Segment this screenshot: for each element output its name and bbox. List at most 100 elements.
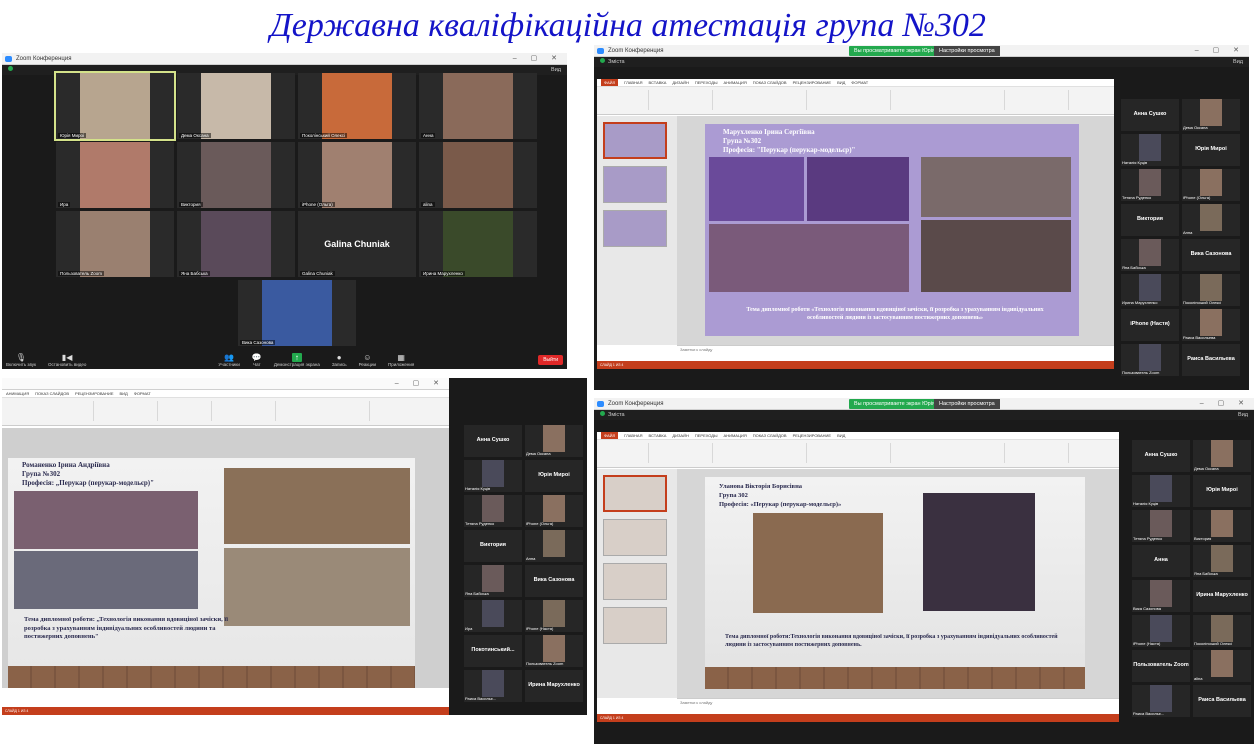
tab-animation[interactable]: АНИМАЦИЯ [724, 79, 747, 86]
participant-thumbnail[interactable]: iPhone (Ольга) [1182, 169, 1240, 201]
window-controls[interactable]: – ▢ ✕ [1200, 398, 1250, 410]
tab-view[interactable]: ВИД [837, 79, 845, 86]
participant-thumbnail[interactable]: Наталія Куців [1121, 134, 1179, 166]
view-button[interactable]: Вид [551, 65, 561, 75]
slide-thumbnail[interactable] [603, 519, 667, 556]
tab-animation[interactable]: АНИМАЦИЯ [6, 390, 29, 397]
window-controls[interactable]: – ▢ ✕ [513, 53, 563, 65]
video-tile[interactable]: Ира [56, 142, 174, 208]
participant-thumbnail[interactable]: Дема Оксана [1182, 99, 1240, 131]
participant-thumbnail[interactable]: Тетяна Руденко [464, 495, 522, 527]
participant-thumbnail[interactable]: Раиса Васильева [1193, 685, 1251, 717]
participant-thumbnail[interactable]: iPhone (Настя) [1121, 309, 1179, 341]
participant-thumbnail[interactable]: Анна Сушко [1132, 440, 1190, 472]
participant-thumbnail[interactable]: Ирина Марухленко [1193, 580, 1251, 612]
tab-slideshow[interactable]: ПОКАЗ СЛАЙДОВ [753, 432, 787, 439]
ribbon-group[interactable] [599, 90, 649, 110]
participant-thumbnail[interactable]: Раиса Васильє... [1132, 685, 1190, 717]
record-button[interactable]: ● Запись [332, 353, 347, 367]
participant-thumbnail[interactable]: Ирина Марухленко [525, 670, 583, 702]
ribbon-group[interactable] [717, 443, 807, 463]
ribbon-group[interactable] [653, 90, 713, 110]
tab-view[interactable]: ВИД [837, 432, 845, 439]
participant-thumbnail[interactable]: Поколінський Олексі [1182, 274, 1240, 306]
tab-format[interactable]: ФОРМАТ [134, 390, 151, 397]
ribbon-group[interactable] [1009, 443, 1069, 463]
participant-thumbnail[interactable]: Юрія Мироі [1182, 134, 1240, 166]
tab-home[interactable]: ГЛАВНАЯ [624, 79, 642, 86]
tab-animation[interactable]: АНИМАЦИЯ [724, 432, 747, 439]
ribbon-group[interactable] [895, 443, 1005, 463]
participant-thumbnail[interactable]: Ира [464, 600, 522, 632]
participant-thumbnail[interactable]: Пользователь Zoom [1132, 650, 1190, 682]
participant-thumbnail[interactable]: Дема Оксана [525, 425, 583, 457]
ribbon-group[interactable] [895, 90, 1005, 110]
ribbon-group[interactable] [162, 401, 212, 421]
notes-pane[interactable]: Заметки к слайду [677, 345, 1114, 361]
participant-thumbnail[interactable]: Раиса Васильє... [464, 670, 522, 702]
video-tile[interactable]: Дема Оксана [177, 73, 295, 139]
participant-thumbnail[interactable]: Виктория [464, 530, 522, 562]
tab-review[interactable]: РЕЦЕНЗИРОВАНИЕ [75, 390, 113, 397]
tab-slideshow[interactable]: ПОКАЗ СЛАЙДОВ [753, 79, 787, 86]
reactions-button[interactable]: ☺ Реакции [359, 353, 376, 367]
participant-thumbnail[interactable]: iPhone (Настя) [1132, 615, 1190, 647]
slide-thumbnail[interactable] [603, 475, 667, 512]
share-screen-button[interactable]: ↑ Демонстрация экрана [274, 353, 320, 367]
tab-home[interactable]: ГЛАВНАЯ [624, 432, 642, 439]
video-tile[interactable]: Анна [419, 73, 537, 139]
participant-thumbnail[interactable]: Вика Сазонова [1182, 239, 1240, 271]
video-tile[interactable]: Ирина Марухленко [419, 211, 537, 277]
window-controls[interactable]: – ▢ ✕ [1195, 45, 1245, 57]
participant-thumbnail[interactable]: Наталія Куців [1132, 475, 1190, 507]
participant-thumbnail[interactable]: Раиса Васильева [1182, 344, 1240, 376]
tab-design[interactable]: ДИЗАЙН [672, 79, 688, 86]
video-tile[interactable]: Пользователь Zoom [56, 211, 174, 277]
slide-thumbnail[interactable] [603, 210, 667, 247]
tab-format[interactable]: ФОРМАТ [851, 79, 868, 86]
participant-thumbnail[interactable]: iPhone (Ольга) [525, 495, 583, 527]
ribbon-group[interactable] [599, 443, 649, 463]
mute-button[interactable]: 🎙 Включить звук [6, 353, 36, 367]
chat-button[interactable]: 💬 Чат [252, 353, 262, 367]
view-button[interactable]: Вид [1233, 57, 1243, 67]
participant-thumbnail[interactable]: alina [1193, 650, 1251, 682]
tab-slideshow[interactable]: ПОКАЗ СЛАЙДОВ [35, 390, 69, 397]
video-tile[interactable]: Galina Chuniak Galina Chuniak [298, 211, 416, 277]
tab-view[interactable]: ВИД [120, 390, 128, 397]
participant-thumbnail[interactable]: Покотинський... [464, 635, 522, 667]
ribbon-group[interactable] [216, 401, 276, 421]
notes-pane[interactable]: Заметки к слайду [677, 698, 1119, 714]
tab-design[interactable]: ДИЗАЙН [672, 432, 688, 439]
security-icon[interactable] [8, 66, 13, 71]
slide-thumbnail[interactable] [603, 607, 667, 644]
participant-thumbnail[interactable]: iPhone (Настя) [525, 600, 583, 632]
participant-thumbnail[interactable]: Яна Бабська [1121, 239, 1179, 271]
participant-thumbnail[interactable]: Ирина Марухленко [1121, 274, 1179, 306]
view-options-button[interactable]: Настройки просмотра [934, 46, 1000, 56]
participant-thumbnail[interactable]: Вика Сазонова [525, 565, 583, 597]
participant-thumbnail[interactable]: Виктория [1121, 204, 1179, 236]
participant-thumbnail[interactable]: Пользователь Zoom [1121, 344, 1179, 376]
video-tile[interactable]: alina [419, 142, 537, 208]
participant-thumbnail[interactable]: Анна Сушко [1121, 99, 1179, 131]
tab-review[interactable]: РЕЦЕНЗИРОВАНИЕ [793, 79, 831, 86]
video-tile[interactable]: Юрія Мироі [54, 71, 176, 141]
participant-thumbnail[interactable]: Анна Сушко [464, 425, 522, 457]
video-tile[interactable]: Яна Бабська [177, 211, 295, 277]
participant-thumbnail[interactable]: Поколінський Олексі [1193, 615, 1251, 647]
tab-insert[interactable]: ВСТАВКА [648, 432, 666, 439]
participant-thumbnail[interactable]: Тетяна Руденко [1132, 510, 1190, 542]
participant-thumbnail[interactable]: Вика Сазонова [1132, 580, 1190, 612]
slide-thumbnail[interactable] [603, 563, 667, 600]
ribbon-group[interactable] [98, 401, 158, 421]
video-button[interactable]: ▮◀ Остановить видео [48, 353, 86, 367]
participant-thumbnail[interactable]: Яна Бабська [464, 565, 522, 597]
ribbon-group[interactable] [811, 90, 891, 110]
participant-thumbnail[interactable]: Наталія Куців [464, 460, 522, 492]
participants-button[interactable]: 👥 Участники [218, 353, 240, 367]
video-tile[interactable]: Вика Сазонова [238, 280, 356, 346]
tab-review[interactable]: РЕЦЕНЗИРОВАНИЕ [793, 432, 831, 439]
participant-thumbnail[interactable]: Юрія Мироі [525, 460, 583, 492]
ribbon-group[interactable] [1009, 90, 1069, 110]
